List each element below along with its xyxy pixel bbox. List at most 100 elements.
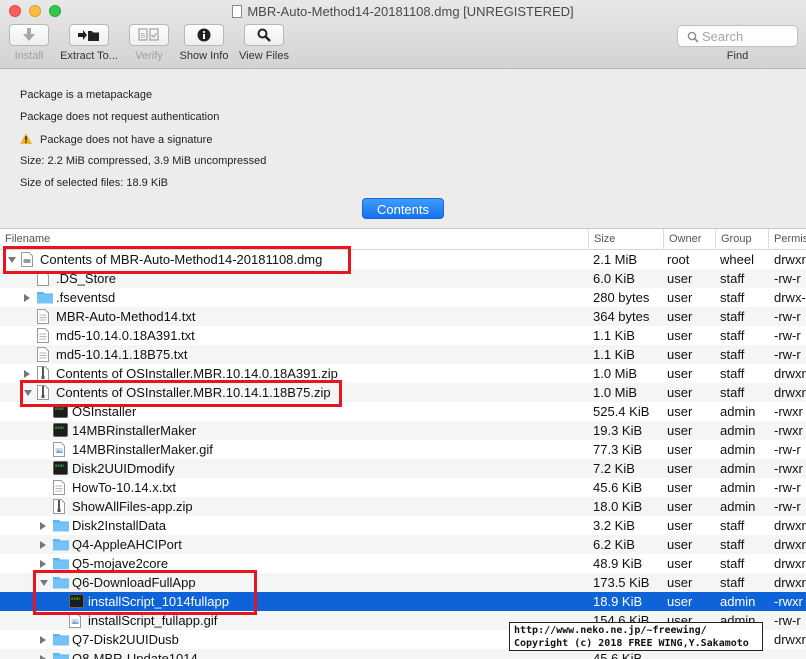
- table-row[interactable]: Contents of MBR-Auto-Method14-20181108.d…: [0, 250, 806, 269]
- owner-cell: user: [667, 347, 693, 362]
- image-file-icon: [53, 442, 65, 459]
- table-row[interactable]: HowTo-10.14.x.txt 45.6 KiB user admin -rw-r: [0, 478, 806, 497]
- disclosure-triangle-closed-icon[interactable]: [40, 541, 46, 549]
- column-header-permissions[interactable]: Permis: [768, 229, 806, 250]
- table-row[interactable]: Q4-AppleAHCIPort 6.2 KiB user staff drwxr: [0, 535, 806, 554]
- file-name: MBR-Auto-Method14.txt: [56, 309, 196, 324]
- file-name: Q7-Disk2UUIDusb: [72, 632, 179, 647]
- extract-to-button[interactable]: Extract To...: [56, 24, 122, 62]
- install-button[interactable]: Install: [8, 24, 50, 62]
- size-cell: 18.9 KiB: [593, 594, 643, 609]
- disclosure-triangle-closed-icon[interactable]: [24, 370, 30, 378]
- copyright-watermark: http://www.neko.ne.jp/~freewing/ Copyrig…: [509, 622, 763, 651]
- filename-cell: exec Disk2UUIDmodify: [0, 459, 588, 478]
- table-row[interactable]: Q6-DownloadFullApp 173.5 KiB user staff drwx…: [0, 573, 806, 592]
- disclosure-triangle-closed-icon[interactable]: [40, 636, 46, 644]
- permissions-cell: -rw-r: [774, 613, 801, 628]
- search-field[interactable]: [677, 25, 798, 47]
- svg-text:exec: exec: [55, 425, 65, 430]
- contents-button[interactable]: Contents: [362, 198, 444, 219]
- view-files-button[interactable]: View Files: [236, 24, 292, 62]
- table-row[interactable]: 14MBRinstallerMaker.gif 77.3 KiB user admin…: [0, 440, 806, 459]
- terminal-exec-icon: exec: [53, 423, 68, 440]
- owner-cell: user: [667, 366, 693, 381]
- column-header-group[interactable]: Group: [715, 229, 768, 250]
- size-cell: 45.6 KiB: [593, 480, 643, 495]
- file-name: Contents of OSInstaller.MBR.10.14.0.18A3…: [56, 366, 338, 381]
- table-row[interactable]: md5-10.14.1.18B75.txt 1.1 KiB user staff -rw…: [0, 345, 806, 364]
- disclosure-triangle-closed-icon[interactable]: [40, 522, 46, 530]
- table-row[interactable]: exec 14MBRinstallerMaker 19.3 KiB user admin…: [0, 421, 806, 440]
- find-label: Find: [726, 50, 749, 62]
- file-name: Disk2UUIDmodify: [72, 461, 175, 476]
- table-row[interactable]: ShowAllFiles-app.zip 18.0 KiB user admin -rw…: [0, 497, 806, 516]
- filename-cell: HowTo-10.14.x.txt: [0, 478, 588, 497]
- table-row[interactable]: md5-10.14.0.18A391.txt 1.1 KiB user staff -r…: [0, 326, 806, 345]
- filename-cell: Q8-MBR-Update1014: [0, 649, 588, 659]
- disclosure-triangle-closed-icon[interactable]: [24, 294, 30, 302]
- svg-text:exec: exec: [71, 596, 81, 601]
- filename-cell: exec 14MBRinstallerMaker: [0, 421, 588, 440]
- permissions-cell: -rwxr: [774, 423, 803, 438]
- permissions-cell: -rwxr: [774, 404, 803, 419]
- permissions-cell: drwxr: [774, 385, 806, 400]
- table-row[interactable]: Disk2InstallData 3.2 KiB user staff drwxr: [0, 516, 806, 535]
- text-file-icon: [37, 328, 49, 345]
- file-name: ShowAllFiles-app.zip: [72, 499, 193, 514]
- info-selected-size: Size of selected files: 18.9 KiB: [20, 177, 168, 189]
- table-row[interactable]: Contents of OSInstaller.MBR.10.14.1.18B7…: [0, 383, 806, 402]
- owner-cell: user: [667, 575, 693, 590]
- table-row[interactable]: exec installScript_1014fullapp 18.9 KiB use…: [0, 592, 806, 611]
- file-name: Disk2InstallData: [72, 518, 166, 533]
- table-row[interactable]: MBR-Auto-Method14.txt 364 bytes user staff -…: [0, 307, 806, 326]
- table-row[interactable]: Contents of OSInstaller.MBR.10.14.0.18A3…: [0, 364, 806, 383]
- size-cell: 19.3 KiB: [593, 423, 643, 438]
- owner-cell: user: [667, 271, 693, 286]
- group-cell: wheel: [720, 252, 754, 267]
- search-input[interactable]: [702, 28, 792, 44]
- column-header-owner[interactable]: Owner: [663, 229, 715, 250]
- group-cell: admin: [720, 404, 756, 419]
- permissions-cell: drwxr: [774, 632, 806, 647]
- group-cell: staff: [720, 366, 745, 381]
- file-name: Q8-MBR-Update1014: [72, 651, 198, 659]
- group-cell: admin: [720, 442, 756, 457]
- window-toolbar: MBR-Auto-Method14-20181108.dmg [UNREGIST…: [0, 0, 806, 69]
- size-cell: 173.5 KiB: [593, 575, 650, 590]
- column-header-size[interactable]: Size: [588, 229, 663, 250]
- table-row[interactable]: exec Disk2UUIDmodify 7.2 KiB user admin -rwxr: [0, 459, 806, 478]
- table-row[interactable]: .fseventsd 280 bytes user staff drwx-: [0, 288, 806, 307]
- verify-button[interactable]: B Verify: [128, 24, 170, 62]
- disclosure-triangle-closed-icon[interactable]: [40, 655, 46, 659]
- permissions-cell: drwxr: [774, 537, 806, 552]
- show-info-button[interactable]: Show Info: [176, 24, 232, 62]
- owner-cell: user: [667, 518, 693, 533]
- file-name: HowTo-10.14.x.txt: [72, 480, 177, 495]
- file-name: md5-10.14.0.18A391.txt: [56, 328, 195, 343]
- size-cell: 1.0 MiB: [593, 385, 638, 400]
- table-row[interactable]: Q5-mojave2core 48.9 KiB user staff drwxr: [0, 554, 806, 573]
- folder-icon: [53, 537, 69, 554]
- filename-cell: exec installScript_1014fullapp: [0, 592, 588, 611]
- permissions-cell: drwxr: [774, 556, 806, 571]
- disclosure-triangle-open-icon[interactable]: [8, 257, 16, 263]
- owner-cell: user: [667, 328, 693, 343]
- search-icon: [687, 31, 699, 43]
- text-file-icon: [53, 480, 65, 497]
- info-signature-warning: Package does not have a signature: [20, 133, 212, 146]
- disclosure-triangle-closed-icon[interactable]: [40, 560, 46, 568]
- disclosure-triangle-open-icon[interactable]: [24, 390, 32, 396]
- folder-icon: [53, 632, 69, 649]
- permissions-cell: drwxr: [774, 575, 806, 590]
- filename-cell: exec OSInstaller: [0, 402, 588, 421]
- table-row[interactable]: exec OSInstaller 525.4 KiB user admin -rwxr: [0, 402, 806, 421]
- warning-icon: [20, 133, 32, 144]
- disclosure-triangle-open-icon[interactable]: [40, 580, 48, 586]
- window-title: MBR-Auto-Method14-20181108.dmg [UNREGIST…: [0, 4, 806, 19]
- file-name: OSInstaller: [72, 404, 137, 419]
- filename-cell: Contents of MBR-Auto-Method14-20181108.d…: [0, 250, 588, 269]
- column-header-filename[interactable]: Filename: [0, 229, 588, 250]
- size-cell: 1.1 KiB: [593, 328, 635, 343]
- table-row[interactable]: .DS_Store 6.0 KiB user staff -rw-r: [0, 269, 806, 288]
- extract-folder-icon: [69, 24, 109, 46]
